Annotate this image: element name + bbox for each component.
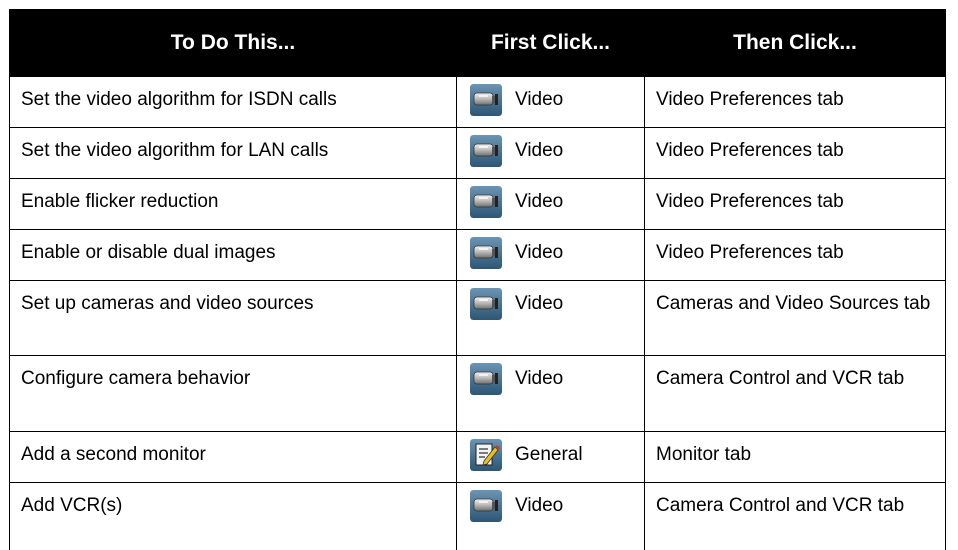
task-cell: Configure camera behavior [9,355,457,432]
video-camera-icon [470,84,502,116]
first-click-cell: Video [456,482,645,550]
first-click-label: Video [515,368,564,389]
general-settings-icon [470,439,502,471]
then-click-cell: Camera Control and VCR tab [644,355,946,432]
video-camera-icon [470,490,502,522]
table-row: Set up cameras and video sources Video C… [9,280,946,356]
first-click-cell: Video [456,229,645,281]
task-cell: Set the video algorithm for LAN calls [9,127,457,179]
first-click-cell: Video [456,355,645,432]
header-to-do-this: To Do This... [9,9,457,77]
task-cell: Enable flicker reduction [9,178,457,230]
first-click-label: Video [515,191,564,212]
first-click-label: Video [515,293,564,314]
table-row: Configure camera behavior Video Camera C… [9,355,946,432]
header-first-click: First Click... [456,9,645,77]
table-row: Set the video algorithm for LAN calls Vi… [9,127,946,179]
first-click-label: General [515,444,583,465]
first-click-cell: Video [456,280,645,356]
first-click-label: Video [515,495,564,516]
video-camera-icon [470,363,502,395]
table-row: Enable flicker reduction Video Video Pre… [9,178,946,230]
then-click-cell: Video Preferences tab [644,76,946,128]
table-header-row: To Do This... First Click... Then Click.… [9,9,946,77]
table-row: Enable or disable dual images Video Vide… [9,229,946,281]
header-then-click: Then Click... [644,9,946,77]
first-click-label: Video [515,89,564,110]
video-camera-icon [470,135,502,167]
first-click-label: Video [515,242,564,263]
first-click-cell: Video [456,127,645,179]
then-click-cell: Cameras and Video Sources tab [644,280,946,356]
table-row: Add VCR(s) Video Camera Control and VCR … [9,482,946,550]
video-camera-icon [470,186,502,218]
table-row: Add a second monitor General Monitor tab [9,431,946,483]
then-click-cell: Video Preferences tab [644,178,946,230]
task-cell: Add a second monitor [9,431,457,483]
task-cell: Add VCR(s) [9,482,457,550]
first-click-cell: Video [456,178,645,230]
then-click-cell: Camera Control and VCR tab [644,482,946,550]
first-click-cell: General [456,431,645,483]
video-camera-icon [470,237,502,269]
settings-reference-table: To Do This... First Click... Then Click.… [9,9,946,550]
task-cell: Set up cameras and video sources [9,280,457,356]
video-camera-icon [470,288,502,320]
then-click-cell: Video Preferences tab [644,127,946,179]
first-click-label: Video [515,140,564,161]
task-cell: Set the video algorithm for ISDN calls [9,76,457,128]
first-click-cell: Video [456,76,645,128]
then-click-cell: Monitor tab [644,431,946,483]
task-cell: Enable or disable dual images [9,229,457,281]
table-row: Set the video algorithm for ISDN calls V… [9,76,946,128]
then-click-cell: Video Preferences tab [644,229,946,281]
